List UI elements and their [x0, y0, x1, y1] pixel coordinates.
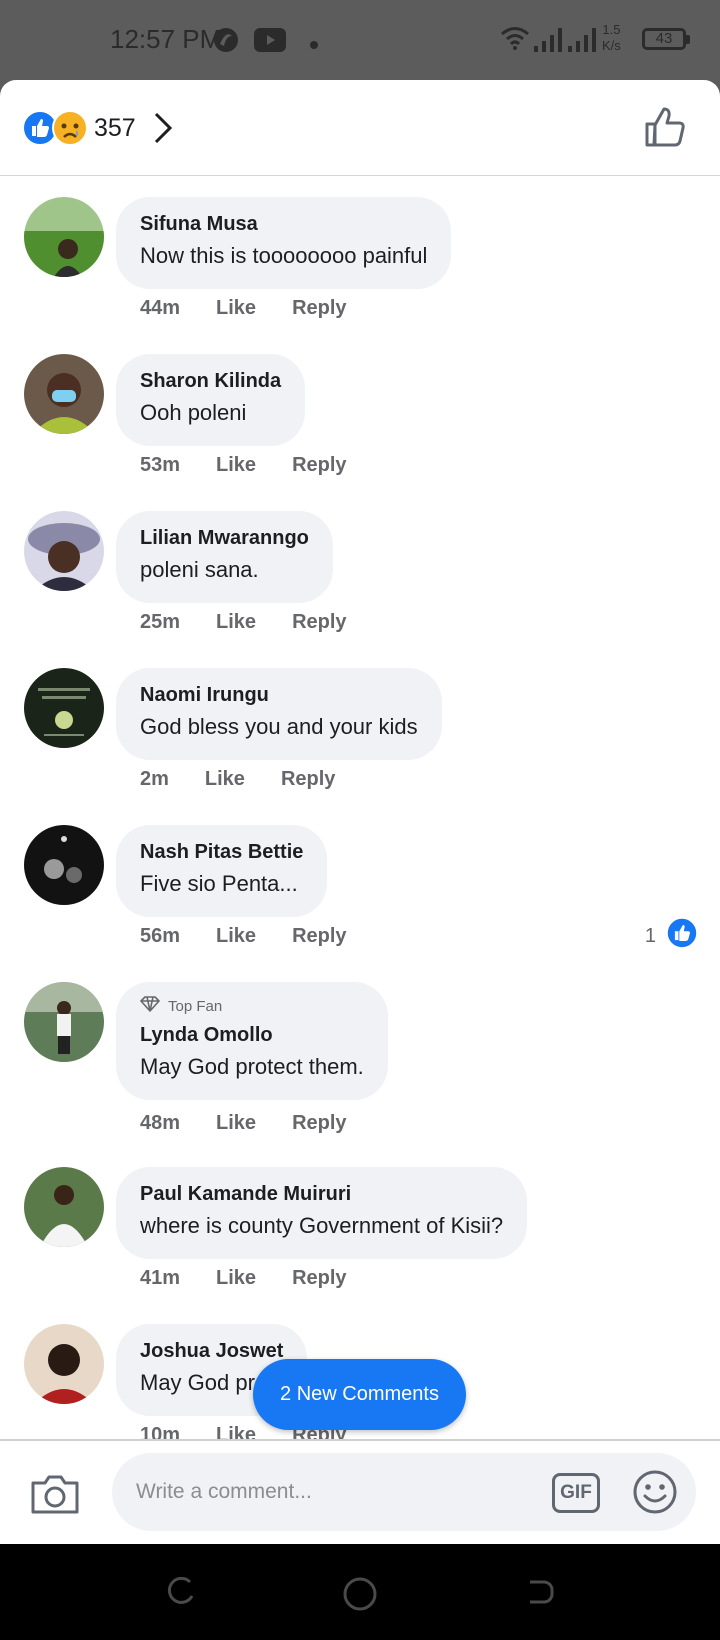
reply-button[interactable]: Reply — [292, 611, 346, 634]
comment-reaction-summary[interactable]: 1 — [645, 917, 698, 955]
back-icon[interactable] — [524, 1576, 556, 1613]
comment-actions: 48m Like Reply — [140, 1112, 383, 1135]
comment-actions: 53m Like Reply — [140, 454, 383, 477]
commenter-name[interactable]: Nash Pitas Bettie — [140, 839, 303, 865]
comment-text: where is county Government of Kisii? — [140, 1213, 504, 1238]
comment-bubble[interactable]: Sharon Kilinda Ooh poleni — [116, 354, 306, 446]
commenter-name[interactable]: Paul Kamande Muiruri — [140, 1181, 503, 1207]
gif-button[interactable]: GIF — [552, 1473, 600, 1513]
chevron-right-icon[interactable] — [152, 110, 174, 151]
comment-text: May God protect them. — [140, 1054, 364, 1079]
reply-button[interactable]: Reply — [292, 1112, 346, 1135]
like-button[interactable]: Like — [216, 1267, 256, 1290]
comment-time: 53m — [140, 454, 181, 476]
network-speed: 1.5 K/s — [602, 22, 621, 53]
avatar[interactable] — [24, 825, 104, 905]
comment-text: Now this is toooooooo painful — [140, 243, 428, 268]
comment-text: God bless you and your kids — [140, 714, 418, 739]
like-button[interactable]: Like — [216, 925, 256, 948]
commenter-name[interactable]: Lilian Mwaranngo — [140, 525, 309, 551]
reaction-icons — [22, 110, 88, 146]
comment-actions: 56m Like Reply — [140, 925, 383, 948]
status-time: 12:57 PM — [110, 24, 222, 54]
avatar[interactable] — [24, 1167, 104, 1247]
comment-time: 41m — [140, 1267, 181, 1289]
comment-text: Ooh poleni — [140, 400, 247, 425]
comment-bubble[interactable]: Top Fan Lynda Omollo May God protect the… — [116, 982, 388, 1100]
like-button[interactable]: Like — [216, 1112, 256, 1135]
new-comments-button[interactable]: 2 New Comments — [253, 1359, 466, 1430]
avatar[interactable] — [24, 197, 104, 277]
youtube-icon — [254, 28, 286, 57]
signal-icon — [568, 28, 598, 57]
comment-text: Five sio Penta... — [140, 871, 298, 896]
comment-actions: 25m Like Reply — [140, 611, 383, 634]
like-button[interactable]: Like — [216, 297, 256, 320]
top-fan-badge: Top Fan — [140, 996, 364, 1018]
navigation-bar — [0, 1544, 720, 1640]
comment-time: 48m — [140, 1112, 181, 1134]
comments-sheet: 357 Sifuna Musa Now this is toooooooo pa… — [0, 80, 720, 1544]
reaction-count[interactable]: 357 — [94, 114, 136, 143]
emoji-icon[interactable] — [632, 1469, 678, 1520]
comment-time: 25m — [140, 611, 181, 633]
comment-time: 2m — [140, 768, 169, 790]
avatar[interactable] — [24, 1324, 104, 1404]
home-icon[interactable] — [342, 1576, 378, 1617]
like-button[interactable]: Like — [216, 454, 256, 477]
diamond-icon — [140, 996, 160, 1018]
commenter-name[interactable]: Sifuna Musa — [140, 211, 427, 237]
comment-actions: 41m Like Reply — [140, 1267, 383, 1290]
commenter-name[interactable]: Lynda Omollo — [140, 1022, 364, 1048]
comment-actions: 44m Like Reply — [140, 297, 383, 320]
like-post-button[interactable] — [644, 106, 688, 153]
like-button[interactable]: Like — [216, 611, 256, 634]
comment-reaction-count: 1 — [644, 924, 656, 947]
commenter-name[interactable]: Sharon Kilinda — [140, 368, 281, 394]
recent-apps-icon[interactable] — [164, 1576, 196, 1613]
comment-time: 56m — [140, 925, 181, 947]
reply-button[interactable]: Reply — [292, 925, 346, 948]
comment-list[interactable]: Sifuna Musa Now this is toooooooo painfu… — [0, 177, 720, 1520]
signal-icon — [534, 28, 564, 57]
wifi-icon — [500, 26, 530, 55]
avatar[interactable] — [24, 668, 104, 748]
comment-bubble[interactable]: Naomi Irungu God bless you and your kids — [116, 668, 442, 760]
avatar[interactable] — [24, 511, 104, 591]
comment-composer: GIF — [0, 1439, 720, 1544]
avatar[interactable] — [24, 982, 104, 1062]
top-fan-label: Top Fan — [168, 998, 223, 1015]
avatar[interactable] — [24, 354, 104, 434]
reply-button[interactable]: Reply — [292, 297, 346, 320]
comment-text: poleni sana. — [140, 557, 259, 582]
comment-input[interactable] — [112, 1453, 696, 1531]
sad-reaction-icon — [52, 110, 88, 151]
comment-bubble[interactable]: Sifuna Musa Now this is toooooooo painfu… — [116, 197, 452, 289]
reply-button[interactable]: Reply — [292, 454, 346, 477]
dot-icon — [310, 36, 318, 54]
reply-button[interactable]: Reply — [281, 768, 335, 791]
comment-actions: 2m Like Reply — [140, 768, 371, 791]
comment-time: 44m — [140, 297, 181, 319]
battery-indicator: 43 — [642, 28, 690, 50]
comment-bubble[interactable]: Lilian Mwaranngo poleni sana. — [116, 511, 333, 603]
status-bar: 12:57 PM 1.5 K/s 43 — [0, 0, 720, 80]
reply-button[interactable]: Reply — [292, 1267, 346, 1290]
reactions-bar[interactable]: 357 — [0, 80, 720, 176]
commenter-name[interactable]: Naomi Irungu — [140, 682, 418, 708]
app-notification-icon — [212, 26, 240, 59]
like-button[interactable]: Like — [205, 768, 245, 791]
like-reaction-icon — [666, 917, 698, 955]
comment-bubble[interactable]: Nash Pitas Bettie Five sio Penta... — [116, 825, 328, 917]
comment-bubble[interactable]: Paul Kamande Muiruri where is county Gov… — [116, 1167, 528, 1259]
camera-icon[interactable] — [30, 1473, 80, 1520]
commenter-name[interactable]: Joshua Joswet — [140, 1338, 283, 1364]
